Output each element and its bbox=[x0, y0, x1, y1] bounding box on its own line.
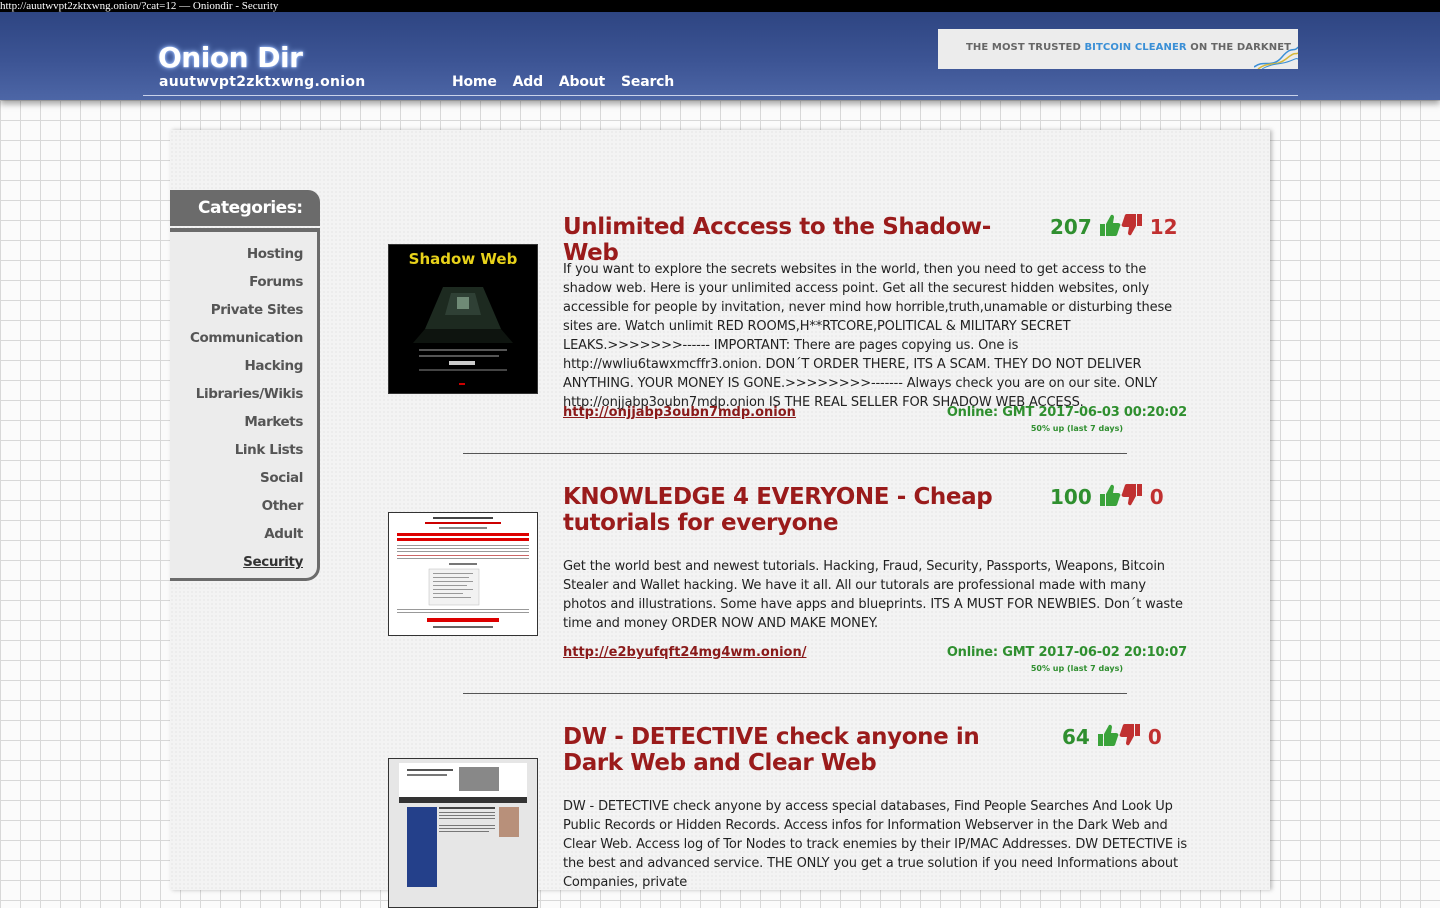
categories-list: Hosting Forums Private Sites Communicati… bbox=[170, 228, 320, 581]
site-logo[interactable]: Onion Dir bbox=[158, 41, 303, 74]
listing-thumbnail[interactable] bbox=[388, 758, 538, 908]
downvote-count: 0 bbox=[1149, 485, 1164, 509]
main-nav: Home Add About Search bbox=[452, 74, 690, 90]
thumbs-down-icon[interactable] bbox=[1121, 214, 1142, 236]
category-libraries-wikis[interactable]: Libraries/Wikis bbox=[196, 386, 304, 402]
ad-banner-text: THE MOST TRUSTED BITCOIN CLEANER ON THE … bbox=[966, 42, 1291, 53]
thumbs-up-icon[interactable] bbox=[1099, 484, 1121, 506]
downvote-count: 0 bbox=[1147, 725, 1162, 749]
category-security[interactable]: Security bbox=[243, 554, 303, 570]
shadow-web-screenshot: Shadow Web bbox=[389, 245, 537, 393]
listing-divider bbox=[463, 693, 1127, 694]
site-domain: auutwvpt2zktxwng.onion bbox=[159, 74, 366, 90]
ad-banner[interactable]: THE MOST TRUSTED BITCOIN CLEANER ON THE … bbox=[938, 29, 1298, 69]
vote-buttons bbox=[1098, 212, 1144, 242]
detective-site-screenshot bbox=[389, 759, 537, 907]
listing-divider bbox=[463, 453, 1127, 454]
listing-title[interactable]: KNOWLEDGE 4 EVERYONE - Cheap tutorials f… bbox=[563, 484, 1038, 536]
online-status: Online: GMT 2017-06-02 20:10:07 bbox=[946, 645, 1187, 660]
vote-buttons bbox=[1096, 722, 1142, 752]
thumbs-up-icon[interactable] bbox=[1099, 214, 1121, 236]
listing-description: DW - DETECTIVE check anyone by access sp… bbox=[563, 799, 1187, 890]
banner-prefix: THE MOST TRUSTED bbox=[966, 42, 1085, 53]
category-forums[interactable]: Forums bbox=[249, 274, 303, 290]
vote-box: 64 0 bbox=[1062, 722, 1162, 752]
upvote-count: 100 bbox=[1050, 485, 1092, 509]
category-link-lists[interactable]: Link Lists bbox=[235, 442, 304, 458]
category-hosting[interactable]: Hosting bbox=[247, 246, 304, 262]
listing-title[interactable]: DW - DETECTIVE check anyone in Dark Web … bbox=[563, 724, 1038, 776]
category-markets[interactable]: Markets bbox=[244, 414, 303, 430]
nav-about-link[interactable]: About bbox=[559, 74, 605, 90]
listing-description: Get the world best and newest tutorials.… bbox=[563, 559, 1183, 631]
listing-description: If you want to explore the secrets websi… bbox=[563, 262, 1172, 410]
listing-thumbnail[interactable] bbox=[388, 512, 538, 636]
category-hacking[interactable]: Hacking bbox=[245, 358, 304, 374]
nav-search-link[interactable]: Search bbox=[621, 74, 674, 90]
category-social[interactable]: Social bbox=[260, 470, 303, 486]
nav-add-link[interactable]: Add bbox=[513, 74, 543, 90]
vote-box: 207 12 bbox=[1050, 212, 1178, 242]
categories-heading-text: Categories: bbox=[198, 198, 303, 218]
category-private-sites[interactable]: Private Sites bbox=[211, 302, 304, 318]
thumb-logo-text: Shadow Web bbox=[409, 250, 518, 268]
upvote-count: 207 bbox=[1050, 215, 1092, 239]
thumbs-down-icon[interactable] bbox=[1121, 484, 1142, 506]
window-title: http://auutwvpt2zktxwng.onion/?cat=12 — … bbox=[0, 0, 279, 12]
category-communication[interactable]: Communication bbox=[190, 330, 303, 346]
listing-title[interactable]: Unlimited Acccess to the Shadow-Web bbox=[563, 214, 1038, 266]
listing-thumbnail[interactable]: Shadow Web bbox=[388, 244, 538, 394]
header-divider bbox=[143, 95, 1298, 96]
banner-wave-graphic bbox=[1254, 46, 1298, 69]
downvote-count: 12 bbox=[1149, 215, 1178, 239]
listing-url[interactable]: http://e2byufqft24mg4wm.onion/ bbox=[563, 645, 806, 660]
thumbs-up-icon[interactable] bbox=[1097, 724, 1119, 746]
uptime-stat: 50% up (last 7 days) bbox=[1030, 664, 1123, 673]
knowledge-site-screenshot bbox=[389, 513, 537, 635]
categories-heading: Categories: bbox=[170, 190, 320, 226]
vote-box: 100 0 bbox=[1050, 482, 1164, 512]
vote-buttons bbox=[1098, 482, 1144, 512]
upvote-count: 64 bbox=[1062, 725, 1090, 749]
window-title-bar: http://auutwvpt2zktxwng.onion/?cat=12 — … bbox=[0, 0, 1440, 12]
online-status: Online: GMT 2017-06-03 00:20:02 bbox=[946, 405, 1187, 420]
listing-url[interactable]: http://onjjabp3oubn7mdp.onion bbox=[563, 405, 796, 420]
category-adult[interactable]: Adult bbox=[264, 526, 303, 542]
category-other[interactable]: Other bbox=[262, 498, 304, 514]
thumbs-down-icon[interactable] bbox=[1119, 724, 1140, 746]
nav-home-link[interactable]: Home bbox=[452, 74, 497, 90]
banner-highlight: BITCOIN CLEANER bbox=[1084, 42, 1187, 53]
uptime-stat: 50% up (last 7 days) bbox=[1030, 424, 1123, 433]
